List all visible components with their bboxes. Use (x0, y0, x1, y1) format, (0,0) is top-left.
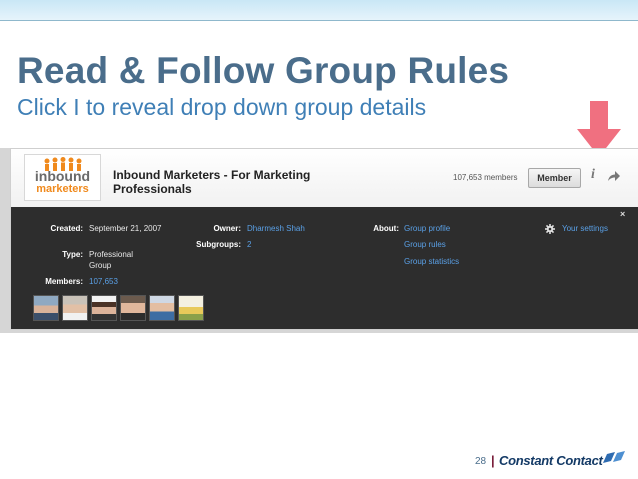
share-icon[interactable] (608, 171, 620, 181)
group-header: inbound marketers Inbound Marketers - Fo… (11, 149, 638, 207)
group-panel: inbound marketers Inbound Marketers - Fo… (10, 148, 638, 330)
page-number: 28 (475, 456, 487, 467)
created-value: September 21, 2007 (89, 224, 162, 233)
footer-separator: | (491, 453, 495, 468)
group-statistics-link[interactable]: Group statistics (404, 257, 459, 266)
slide-top-bar (0, 0, 638, 21)
info-icon[interactable]: i (591, 167, 595, 183)
group-name[interactable]: Inbound Marketers - For Marketing Profes… (113, 168, 343, 196)
slide-title: Read & Follow Group Rules (17, 50, 510, 91)
member-button[interactable]: Member (528, 168, 581, 188)
constant-contact-logo: Constant Contact (499, 453, 603, 468)
avatar[interactable] (149, 295, 175, 321)
about-label: About: (373, 224, 399, 233)
avatar[interactable] (62, 295, 88, 321)
members-link[interactable]: 107,653 (89, 277, 118, 286)
your-settings-link[interactable]: Your settings (562, 224, 608, 233)
logo-text-inbound: inbound (34, 168, 91, 184)
group-logo[interactable]: inbound marketers (24, 154, 101, 201)
group-details-dropdown: × Created: September 21, 2007 Type: Prof… (11, 207, 638, 329)
created-label: Created: (50, 224, 83, 233)
avatar[interactable] (33, 295, 59, 321)
type-label: Type: (62, 250, 83, 259)
owner-link[interactable]: Dharmesh Shah (247, 224, 305, 233)
linkedin-screenshot: inbound marketers Inbound Marketers - Fo… (0, 148, 638, 333)
type-value: Professional Group (89, 250, 134, 270)
gear-icon[interactable] (545, 224, 555, 234)
subgroups-label: Subgroups: (196, 240, 241, 249)
avatar[interactable] (91, 295, 117, 321)
close-icon[interactable]: × (620, 209, 625, 219)
members-label: Members: (45, 277, 83, 286)
subgroups-link[interactable]: 2 (247, 240, 251, 249)
avatar[interactable] (120, 295, 146, 321)
member-count: 107,653 members (453, 173, 518, 182)
slide-subtitle: Click I to reveal drop down group detail… (17, 94, 427, 120)
group-rules-link[interactable]: Group rules (404, 240, 446, 249)
constant-contact-flag-icon (603, 451, 625, 463)
owner-label: Owner: (213, 224, 241, 233)
group-profile-link[interactable]: Group profile (404, 224, 450, 233)
logo-text-marketers: marketers (36, 183, 89, 195)
avatar[interactable] (178, 295, 204, 321)
